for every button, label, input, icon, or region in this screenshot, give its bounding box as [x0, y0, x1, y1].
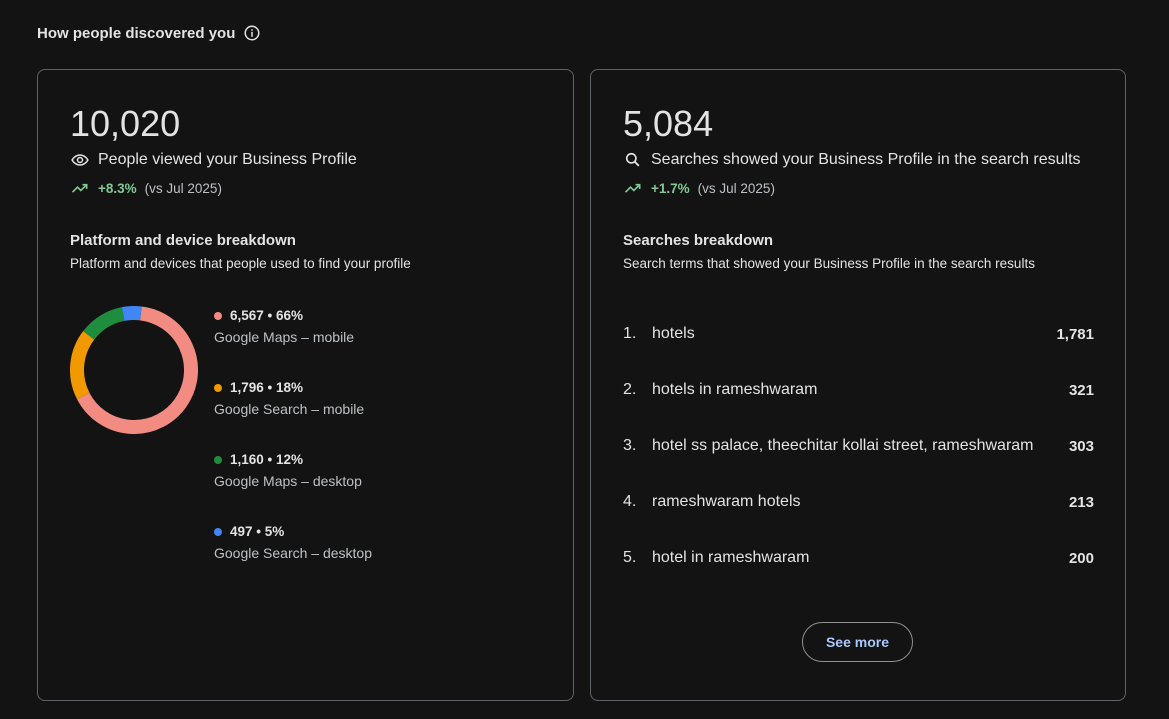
- legend-label: Google Search – desktop: [214, 545, 372, 561]
- search-count: 200: [1068, 549, 1094, 567]
- searches-trend-value: +1.7%: [651, 180, 690, 196]
- legend-value: 6,567 • 66%: [230, 308, 304, 323]
- search-icon: [623, 150, 643, 170]
- search-term: hotel in rameshwaram: [652, 549, 810, 566]
- legend-value: 497 • 5%: [230, 524, 285, 539]
- donut-segment[interactable]: [70, 331, 95, 400]
- views-total: 10,020: [70, 103, 181, 144]
- search-rank: 5.: [623, 549, 637, 566]
- search-term-row: 3. hotel ss palace, theechitar kollai st…: [623, 418, 1094, 474]
- legend-dot: [214, 527, 222, 536]
- search-rank: 4.: [623, 493, 637, 510]
- search-terms-list: 1. hotels 1,781 2. hotels in rameshwaram…: [623, 306, 1094, 586]
- search-term-row: 4. rameshwaram hotels 213: [623, 474, 1094, 530]
- donut-segment[interactable]: [83, 307, 125, 340]
- search-count: 213: [1068, 493, 1094, 511]
- legend-dot: [214, 311, 222, 320]
- platform-donut-chart: [70, 306, 198, 434]
- platform-legend: 6,567 • 66% Google Maps – mobile 1,796 •…: [214, 308, 372, 596]
- searches-breakdown-title: Searches breakdown: [623, 232, 774, 249]
- search-rank: 2.: [623, 381, 637, 398]
- donut-segment[interactable]: [121, 306, 142, 321]
- trending-up-icon: [70, 178, 90, 198]
- search-count: 303: [1068, 437, 1094, 455]
- legend-value: 1,160 • 12%: [230, 452, 304, 467]
- search-term-row: 5. hotel in rameshwaram 200: [623, 530, 1094, 586]
- searches-breakdown-desc: Search terms that showed your Business P…: [623, 256, 1035, 271]
- views-trend-value: +8.3%: [98, 180, 137, 196]
- search-count: 321: [1068, 381, 1094, 399]
- legend-item: 1,160 • 12% Google Maps – desktop: [214, 452, 372, 524]
- legend-label: Google Search – mobile: [214, 401, 365, 417]
- views-metric-row: People viewed your Business Profile: [70, 150, 357, 170]
- search-rank: 1.: [623, 325, 637, 342]
- searches-metric-label: Searches showed your Business Profile in…: [651, 151, 1081, 168]
- views-trend-row: +8.3% (vs Jul 2025): [70, 178, 222, 198]
- legend-dot: [214, 455, 222, 464]
- search-term-row: 1. hotels 1,781: [623, 306, 1094, 362]
- views-metric-label: People viewed your Business Profile: [98, 151, 357, 168]
- profile-views-card: 10,020 People viewed your Business Profi…: [37, 69, 574, 701]
- searches-trend-row: +1.7% (vs Jul 2025): [623, 178, 775, 198]
- searches-trend-compare: (vs Jul 2025): [697, 180, 775, 196]
- legend-label: Google Maps – mobile: [214, 329, 355, 345]
- info-icon[interactable]: [243, 24, 261, 42]
- legend-dot: [214, 383, 222, 392]
- eye-icon: [70, 150, 90, 170]
- legend-item: 1,796 • 18% Google Search – mobile: [214, 380, 372, 452]
- section-header: How people discovered you: [37, 22, 261, 44]
- legend-item: 497 • 5% Google Search – desktop: [214, 524, 372, 596]
- legend-label: Google Maps – desktop: [214, 473, 362, 489]
- search-rank: 3.: [623, 437, 637, 454]
- search-term: hotels: [652, 325, 695, 342]
- search-count: 1,781: [1056, 325, 1094, 343]
- search-term: hotels in rameshwaram: [652, 381, 818, 398]
- searches-total: 5,084: [623, 103, 714, 144]
- platform-breakdown-desc: Platform and devices that people used to…: [70, 256, 411, 271]
- trending-up-icon: [623, 178, 643, 198]
- searches-metric-row: Searches showed your Business Profile in…: [623, 150, 1081, 170]
- search-term-row: 2. hotels in rameshwaram 321: [623, 362, 1094, 418]
- see-more-button[interactable]: See more: [802, 622, 913, 662]
- section-title: How people discovered you: [37, 24, 236, 42]
- search-term: hotel ss palace, theechitar kollai stree…: [652, 437, 1034, 454]
- search-appearances-card: 5,084 Searches showed your Business Prof…: [590, 69, 1126, 701]
- legend-item: 6,567 • 66% Google Maps – mobile: [214, 308, 372, 380]
- legend-value: 1,796 • 18%: [230, 380, 304, 395]
- views-trend-compare: (vs Jul 2025): [144, 180, 222, 196]
- search-term: rameshwaram hotels: [652, 493, 801, 510]
- platform-breakdown-title: Platform and device breakdown: [70, 232, 296, 249]
